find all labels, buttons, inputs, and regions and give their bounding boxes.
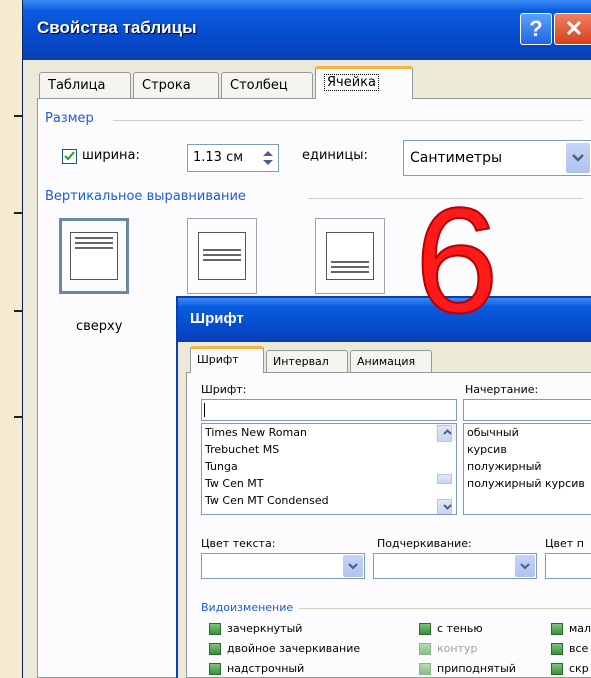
- group-divider: [113, 120, 583, 121]
- units-select[interactable]: Сантиметры: [403, 140, 591, 176]
- style-label: Начертание:: [465, 383, 539, 396]
- allcaps-label: все: [569, 642, 589, 655]
- title-bar[interactable]: Свойства таблицы ? ✕: [23, 0, 591, 60]
- background-mark: [14, 310, 22, 312]
- smallcaps-checkbox[interactable]: [551, 623, 563, 635]
- tab-column[interactable]: Столбец: [221, 72, 313, 98]
- help-button[interactable]: ?: [520, 13, 552, 45]
- double-strikethrough-checkbox[interactable]: [209, 643, 221, 655]
- effects-group-label: Видоизменение: [201, 601, 294, 614]
- background-strip: [0, 0, 22, 678]
- list-item[interactable]: полужирный курсив: [464, 475, 591, 492]
- chevron-up-icon: [443, 429, 452, 435]
- width-value: 1.13 см: [193, 150, 244, 165]
- text-cursor: [204, 403, 205, 417]
- list-item[interactable]: Tw Cen MT: [202, 475, 456, 492]
- emboss-checkbox[interactable]: [419, 663, 431, 675]
- text-color-label: Цвет текста:: [201, 537, 276, 550]
- allcaps-checkbox[interactable]: [551, 643, 563, 655]
- align-middle-icon: [198, 232, 246, 280]
- background-mark: [14, 416, 22, 418]
- align-top-icon: [70, 232, 118, 280]
- units-value: Сантиметры: [410, 150, 503, 166]
- tab-cell[interactable]: Ячейка: [315, 66, 413, 99]
- tab-table[interactable]: Таблица: [39, 72, 131, 98]
- valign-center-button[interactable]: [187, 218, 257, 294]
- list-item[interactable]: Tunga: [202, 458, 456, 475]
- underline-color-label: Цвет п: [545, 537, 584, 550]
- outline-checkbox[interactable]: [419, 643, 431, 655]
- list-item[interactable]: Trebuchet MS: [202, 441, 456, 458]
- scrollbar[interactable]: [436, 424, 456, 514]
- chevron-down-icon: [520, 563, 530, 570]
- scroll-up-button[interactable]: [437, 425, 452, 442]
- align-bottom-icon: [326, 232, 374, 280]
- list-item[interactable]: полужирный: [464, 458, 591, 475]
- list-item[interactable]: курсив: [464, 441, 591, 458]
- outline-label: контур: [437, 642, 478, 655]
- font-name-input[interactable]: [201, 399, 457, 421]
- chevron-down-icon: [572, 154, 584, 162]
- group-divider: [299, 608, 591, 609]
- font-tab-panel: Шрифт: Начертание: Times New Roman Trebu…: [186, 372, 591, 678]
- width-label: ширина:: [82, 148, 140, 163]
- dialog-title: Шрифт: [190, 310, 244, 327]
- double-strikethrough-label: двойное зачеркивание: [227, 642, 361, 655]
- tab-animation[interactable]: Анимация: [350, 350, 432, 373]
- chevron-down-icon: [348, 563, 358, 570]
- dropdown-button[interactable]: [566, 143, 590, 173]
- width-checkbox[interactable]: [62, 149, 77, 164]
- superscript-label: надстрочный: [227, 662, 305, 675]
- valign-group-label: Вертикальное выравнивание: [45, 189, 246, 204]
- style-input[interactable]: [463, 399, 591, 421]
- underline-color-select[interactable]: [545, 553, 591, 579]
- width-spinner[interactable]: 1.13 см: [187, 144, 279, 172]
- shadow-checkbox[interactable]: [419, 623, 431, 635]
- slide-number-overlay: 6: [414, 176, 499, 344]
- underline-label: Подчеркивание:: [377, 537, 472, 550]
- strikethrough-checkbox[interactable]: [209, 623, 221, 635]
- close-button[interactable]: ✕: [554, 13, 591, 45]
- background-mark: [14, 212, 22, 214]
- title-bar[interactable]: Шрифт: [178, 298, 591, 342]
- font-dialog: Шрифт Шрифт Интервал Анимация Шрифт: Нач…: [176, 296, 591, 678]
- valign-bottom-button[interactable]: [315, 218, 385, 294]
- scroll-thumb[interactable]: [437, 474, 452, 484]
- valign-top-label: сверху: [76, 319, 123, 334]
- superscript-checkbox[interactable]: [209, 663, 221, 675]
- emboss-label: приподнятый: [437, 662, 516, 675]
- style-list[interactable]: обычный курсив полужирный полужирный кур…: [463, 423, 591, 515]
- hidden-label: скр: [569, 662, 589, 675]
- font-list[interactable]: Times New Roman Trebuchet MS Tunga Tw Ce…: [201, 423, 457, 515]
- hidden-checkbox[interactable]: [551, 663, 563, 675]
- tab-font[interactable]: Шрифт: [190, 346, 264, 373]
- tab-spacing[interactable]: Интервал: [266, 350, 348, 373]
- checkmark-icon: [64, 151, 75, 161]
- shadow-label: с тенью: [437, 622, 483, 635]
- strikethrough-label: зачеркнутый: [227, 622, 303, 635]
- dropdown-button[interactable]: [343, 555, 363, 577]
- dialog-title: Свойства таблицы: [37, 18, 197, 37]
- smallcaps-label: мал: [569, 622, 591, 635]
- background-mark: [14, 115, 22, 117]
- chevron-down-icon: [443, 504, 452, 510]
- dropdown-button[interactable]: [515, 555, 535, 577]
- text-color-select[interactable]: [201, 553, 365, 579]
- font-label: Шрифт:: [201, 383, 247, 396]
- tab-row[interactable]: Строка: [133, 72, 219, 98]
- valign-top-button[interactable]: [59, 218, 129, 294]
- list-item[interactable]: обычный: [464, 424, 591, 441]
- scroll-down-button[interactable]: [437, 499, 452, 514]
- underline-select[interactable]: [373, 553, 537, 579]
- size-group-label: Размер: [45, 111, 94, 126]
- units-label: единицы:: [302, 148, 368, 163]
- list-item[interactable]: Times New Roman: [202, 424, 456, 441]
- spinner-arrows-icon[interactable]: [260, 148, 276, 168]
- list-item[interactable]: Tw Cen MT Condensed: [202, 492, 456, 509]
